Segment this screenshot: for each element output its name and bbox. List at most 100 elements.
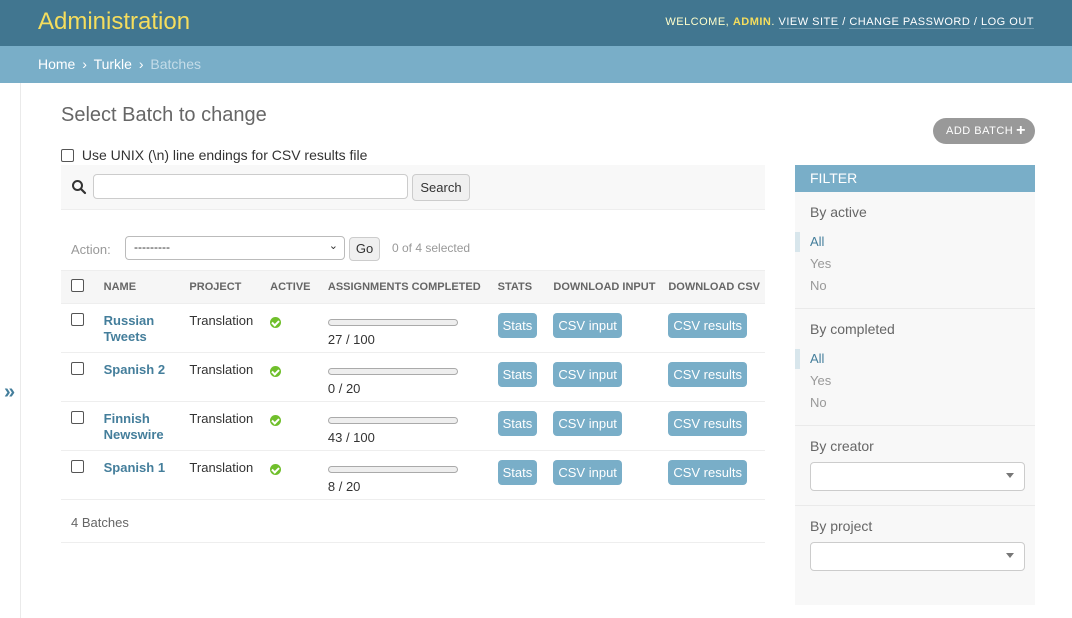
view-site-link[interactable]: View site <box>778 16 839 29</box>
filter-by-project-title: By project <box>810 518 873 534</box>
progress-bar <box>327 368 458 375</box>
unix-line-endings-option: Use UNIX (\n) line endings for CSV resul… <box>61 147 367 163</box>
download-input-cell: CSV input <box>548 401 664 451</box>
csv-input-button[interactable]: CSV input <box>553 362 622 387</box>
search-input[interactable] <box>93 174 408 199</box>
stats-button[interactable]: Stats <box>497 460 538 485</box>
selection-counter: 0 of 4 selected <box>392 241 471 255</box>
filter-panel: Filter By active All Yes No By completed… <box>795 165 1035 605</box>
assignments-cell: 0 / 20 <box>322 352 493 402</box>
breadcrumb-current: Batches <box>150 56 201 72</box>
breadcrumb-turkle[interactable]: Turkle <box>94 56 132 72</box>
plus-icon: + <box>1016 122 1026 139</box>
progress-text: 27 / 100 <box>327 332 375 347</box>
name-cell: Spanish 1 <box>98 450 185 500</box>
column-header-project[interactable]: Project <box>184 270 266 304</box>
table-row: Spanish 1 Translation 8 / 20 Stats CSV i… <box>61 450 765 500</box>
filter-title: Filter <box>795 165 1035 192</box>
filter-active-all[interactable]: All <box>795 232 1020 254</box>
paginator: 4 Batches <box>61 500 765 543</box>
search-toolbar: Search <box>61 165 765 210</box>
filter-active-no[interactable]: No <box>810 276 1020 298</box>
csv-input-button[interactable]: CSV input <box>553 411 622 436</box>
filter-completed-yes[interactable]: Yes <box>810 371 1020 393</box>
filter-by-active-title: By active <box>810 204 867 220</box>
progress-bar <box>327 466 458 473</box>
name-cell: Finnish Newswire <box>98 401 185 451</box>
batch-name-link[interactable]: Spanish 2 <box>104 362 174 378</box>
table-header-row: Name Project Active Assignments complete… <box>61 270 765 304</box>
stats-button[interactable]: Stats <box>497 411 538 436</box>
check-circle-icon <box>270 317 282 328</box>
log-out-link[interactable]: Log out <box>980 16 1034 29</box>
row-checkbox[interactable] <box>71 362 84 375</box>
column-header-active[interactable]: Active <box>265 270 323 304</box>
row-checkbox[interactable] <box>71 411 84 424</box>
progress-text: 8 / 20 <box>327 479 361 494</box>
add-batch-button[interactable]: Add Batch + <box>933 118 1035 144</box>
check-circle-icon <box>270 464 282 475</box>
table-row: Spanish 2 Translation 0 / 20 Stats CSV i… <box>61 352 765 402</box>
table-row: Finnish Newswire Translation 43 / 100 St… <box>61 401 765 451</box>
search-button[interactable]: Search <box>412 174 470 201</box>
batch-name-link[interactable]: Spanish 1 <box>104 460 174 476</box>
active-cell <box>265 401 323 451</box>
creator-select[interactable] <box>810 462 1025 491</box>
row-checkbox[interactable] <box>71 460 84 473</box>
csv-input-button[interactable]: CSV input <box>553 313 622 338</box>
batch-name-link[interactable]: Russian Tweets <box>104 313 174 345</box>
assignments-cell: 8 / 20 <box>322 450 493 500</box>
site-branding[interactable]: Administration <box>38 8 190 36</box>
row-select-cell <box>61 303 99 353</box>
csv-input-button[interactable]: CSV input <box>553 460 622 485</box>
chevron-down-icon <box>1006 473 1014 478</box>
change-password-link[interactable]: Change password <box>849 16 971 29</box>
select-all-header <box>61 270 99 304</box>
stats-button[interactable]: Stats <box>497 313 538 338</box>
stats-button[interactable]: Stats <box>497 362 538 387</box>
column-header-download-csv: Download CSV <box>663 270 765 304</box>
download-csv-cell: CSV results <box>663 352 765 402</box>
unix-line-endings-label: Use UNIX (\n) line endings for CSV resul… <box>81 147 368 163</box>
actions-bar: Action: --------- ⌄ Go 0 of 4 selected <box>61 232 765 266</box>
download-csv-cell: CSV results <box>663 303 765 353</box>
progress-bar <box>327 319 458 326</box>
action-select[interactable]: --------- ⌄ <box>125 236 345 260</box>
csv-results-button[interactable]: CSV results <box>668 362 747 387</box>
filter-completed-no[interactable]: No <box>810 393 1020 415</box>
user-tools: Welcome, admin. View site / Change passw… <box>665 16 1034 29</box>
csv-results-button[interactable]: CSV results <box>668 313 747 338</box>
header: Administration Welcome, admin. View site… <box>0 0 1072 46</box>
download-input-cell: CSV input <box>548 303 664 353</box>
nav-sidebar-toggle[interactable]: » <box>0 83 21 618</box>
row-checkbox[interactable] <box>71 313 84 326</box>
row-select-cell <box>61 352 99 402</box>
action-label: Action: <box>71 242 111 257</box>
csv-results-button[interactable]: CSV results <box>668 411 747 436</box>
breadcrumb-home[interactable]: Home <box>38 56 75 72</box>
active-cell <box>265 352 323 402</box>
select-all-checkbox[interactable] <box>71 279 84 292</box>
action-select-value: --------- <box>134 240 170 254</box>
table-row: Russian Tweets Translation 27 / 100 Stat… <box>61 303 765 353</box>
download-csv-cell: CSV results <box>663 450 765 500</box>
download-csv-cell: CSV results <box>663 401 765 451</box>
batch-name-link[interactable]: Finnish Newswire <box>104 411 174 443</box>
unix-line-endings-checkbox[interactable] <box>61 149 74 162</box>
column-header-name[interactable]: Name <box>98 270 185 304</box>
filter-completed-all[interactable]: All <box>795 349 1020 371</box>
progress-bar <box>327 417 458 424</box>
filter-active-yes[interactable]: Yes <box>810 254 1020 276</box>
csv-results-button[interactable]: CSV results <box>668 460 747 485</box>
name-cell: Russian Tweets <box>98 303 185 353</box>
project-select[interactable] <box>810 542 1025 571</box>
column-header-download-input: Download input <box>548 270 664 304</box>
row-select-cell <box>61 450 99 500</box>
breadcrumb: Home › Turkle › Batches <box>0 46 1072 83</box>
column-header-assignments-completed: Assignments completed <box>322 270 493 304</box>
project-cell: Translation <box>184 401 266 451</box>
filter-by-creator-title: By creator <box>810 438 874 454</box>
filter-by-active: By active All Yes No <box>795 192 1035 309</box>
go-button[interactable]: Go <box>349 237 380 261</box>
double-chevron-right-icon[interactable]: » <box>4 381 15 404</box>
